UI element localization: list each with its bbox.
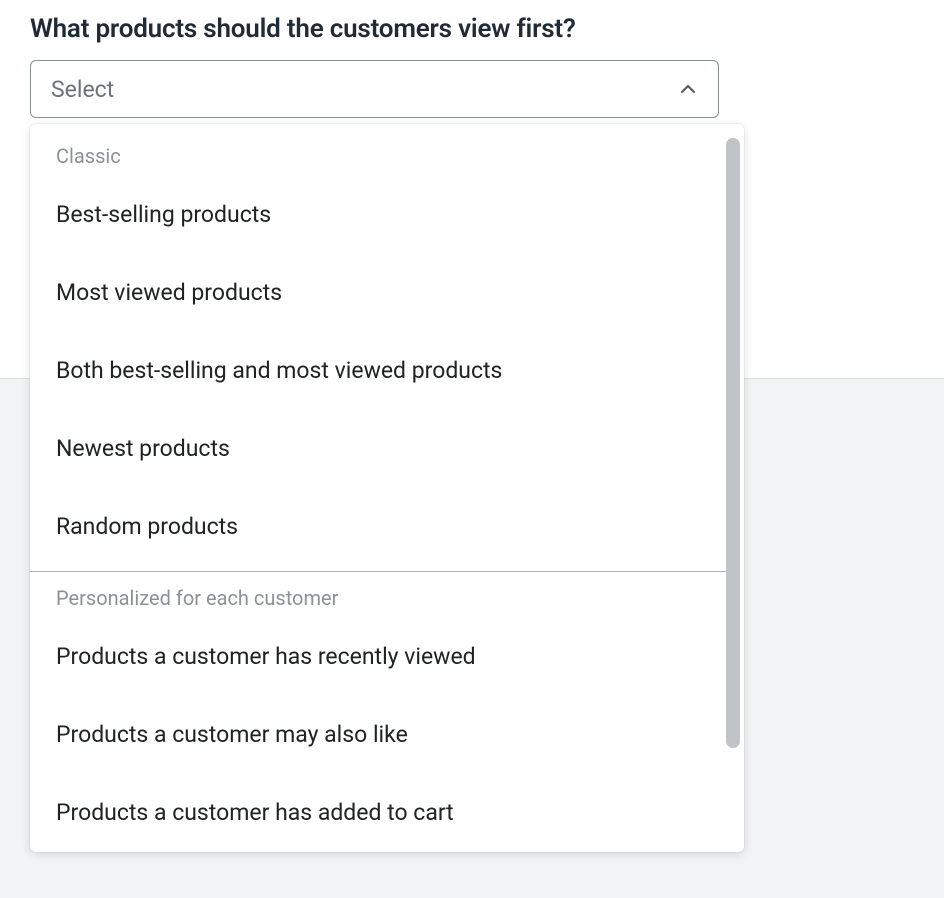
option-added-to-cart[interactable]: Products a customer has added to cart	[30, 774, 734, 852]
option-group-header-classic: Classic	[30, 130, 734, 176]
chevron-up-icon	[680, 81, 696, 97]
form-section: What products should the customers view …	[0, 0, 944, 118]
scrollbar-thumb[interactable]	[726, 138, 740, 748]
product-sort-select[interactable]: Select	[30, 60, 719, 118]
option-group-header-personalized: Personalized for each customer	[30, 572, 734, 618]
dropdown-list: Classic Best-selling products Most viewe…	[30, 124, 734, 852]
option-may-also-like[interactable]: Products a customer may also like	[30, 696, 734, 774]
option-newest[interactable]: Newest products	[30, 410, 734, 488]
option-random[interactable]: Random products	[30, 488, 734, 566]
field-label: What products should the customers view …	[30, 14, 914, 44]
select-wrapper: Select Classic Best-selling products Mos…	[30, 60, 719, 118]
select-dropdown: Classic Best-selling products Most viewe…	[30, 124, 744, 852]
select-placeholder: Select	[51, 76, 114, 103]
option-best-selling[interactable]: Best-selling products	[30, 176, 734, 254]
option-both[interactable]: Both best-selling and most viewed produc…	[30, 332, 734, 410]
option-most-viewed[interactable]: Most viewed products	[30, 254, 734, 332]
dropdown-scrollbar[interactable]	[726, 138, 740, 838]
option-recently-viewed[interactable]: Products a customer has recently viewed	[30, 618, 734, 696]
